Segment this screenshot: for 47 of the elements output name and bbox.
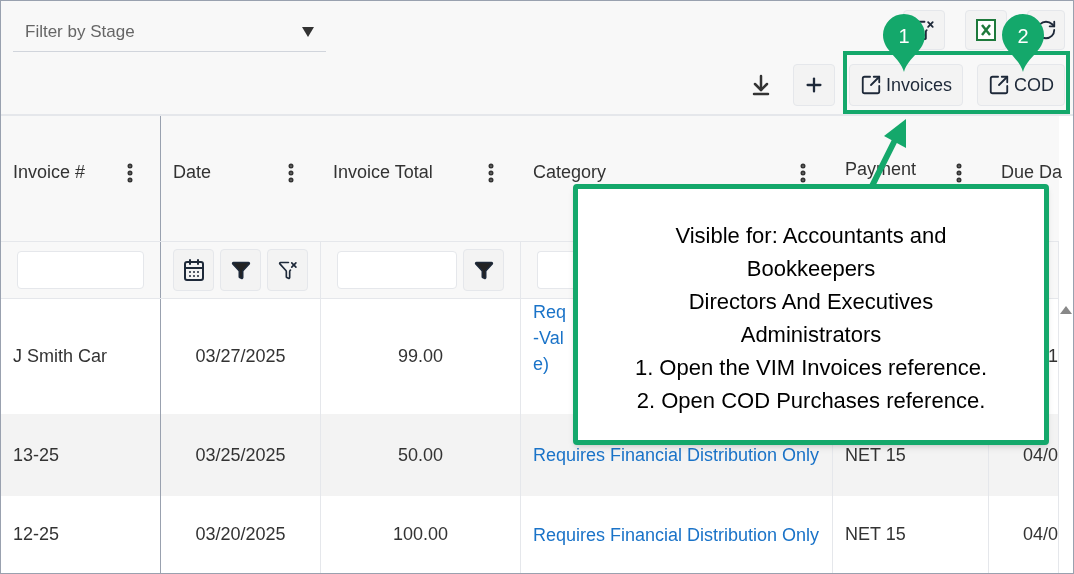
table-cell-text: 99.00 — [397, 345, 443, 368]
table-cell-text: 100.00 — [392, 523, 449, 546]
stage-select[interactable]: Filter by Stage — [13, 12, 326, 52]
filter-input[interactable] — [537, 251, 575, 289]
add-button[interactable] — [792, 64, 835, 106]
calendar-icon — [181, 258, 206, 282]
filter-button[interactable] — [463, 249, 504, 291]
step-marker-tooltip: 2 — [1000, 13, 1046, 73]
open-reference-button[interactable]: COD — [977, 64, 1065, 106]
stage-filter-field[interactable]: Filter by Stage — [25, 18, 285, 45]
open-reference-button[interactable]: Invoices — [848, 64, 963, 106]
table-cell-text: 03/27/2025 — [195, 345, 286, 368]
calendar-button[interactable] — [173, 249, 214, 291]
filter-icon — [473, 260, 494, 280]
column-header[interactable]: Invoice # — [13, 159, 86, 186]
excel-export-button[interactable] — [965, 10, 1007, 50]
table-cell-text: 12-25 — [13, 523, 60, 546]
filter-icon — [230, 260, 251, 280]
table-cell-text: 04/0 — [1022, 523, 1058, 546]
scroll-up-icon[interactable] — [1060, 306, 1072, 314]
dropdown-caret-icon — [302, 26, 314, 37]
table-cell-text: 50.00 — [397, 443, 443, 467]
step-marker-tooltip: 1 — [881, 13, 927, 73]
table-cell-text: 13-25 — [13, 443, 60, 467]
table-cell-text: 03/25/2025 — [195, 443, 286, 467]
spreadsheet-icon — [976, 19, 996, 41]
column-header[interactable]: Due Da — [1001, 159, 1063, 186]
filter-button[interactable] — [220, 249, 261, 291]
table-cell-text: NET 15 — [845, 523, 906, 546]
table-cell-text: J Smith Car — [13, 345, 108, 368]
column-header[interactable]: Date — [173, 159, 212, 186]
external-link-icon — [988, 74, 1010, 96]
filter-input[interactable] — [337, 251, 457, 289]
table-cell-text: 03/20/2025 — [195, 523, 286, 546]
category-link[interactable]: Req -Val e) — [533, 299, 567, 377]
category-link[interactable]: Requires Financial Distribution Only — [533, 442, 820, 468]
table-cell-text: 1 — [1048, 345, 1058, 368]
category-link[interactable]: Requires Financial Distribution Only — [533, 521, 820, 548]
callout-text: Visible for: Accountants and Bookkeepers Directors And Executives Administrators 1. Open the VIM Invoices reference. 2. Open COD Purchases reference. — [634, 222, 988, 415]
clear-filter-button[interactable] — [267, 249, 308, 291]
column-header[interactable]: Invoice Total — [333, 159, 433, 186]
external-link-icon — [859, 74, 882, 96]
table-cell-text: 04/0 — [1022, 443, 1058, 467]
clear-filter-icon — [277, 260, 298, 280]
filter-input[interactable] — [17, 251, 144, 289]
column-header[interactable]: Category — [533, 159, 607, 186]
table-cell-text: NET 15 — [845, 443, 906, 467]
